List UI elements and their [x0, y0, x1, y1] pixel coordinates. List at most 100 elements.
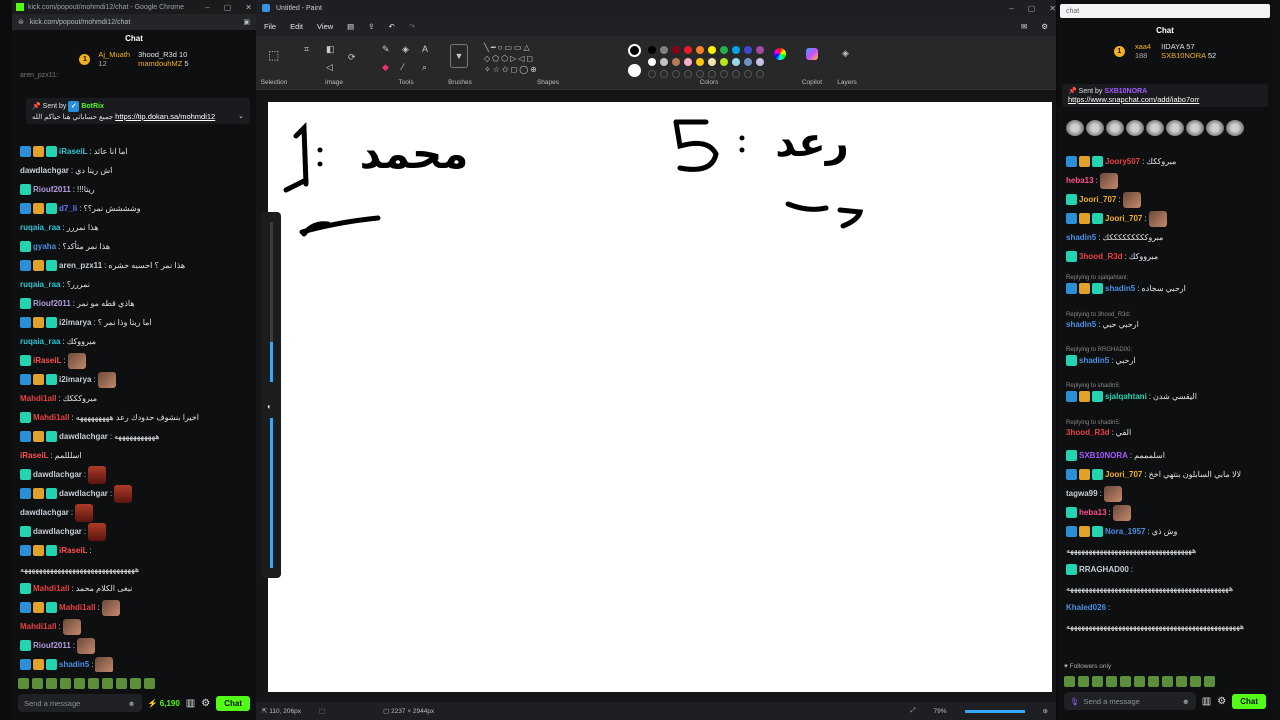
copilot-icon[interactable] — [806, 48, 818, 60]
color-swatch[interactable] — [756, 58, 764, 66]
gift-icon[interactable]: ▥ — [186, 698, 195, 709]
empty-color-swatch[interactable] — [648, 70, 656, 78]
color-swatch[interactable] — [708, 46, 716, 54]
chat-username[interactable]: dawdlachgar — [33, 470, 82, 479]
paint-settings-icon[interactable]: ⚙ — [1041, 22, 1048, 31]
empty-color-swatch[interactable] — [744, 70, 752, 78]
text-icon[interactable]: A — [422, 44, 428, 54]
color-swatch[interactable] — [744, 46, 752, 54]
empty-color-swatch[interactable] — [684, 70, 692, 78]
color-swatch[interactable] — [732, 58, 740, 66]
chevron-down-icon[interactable]: ⌄ — [238, 112, 244, 120]
chat-username[interactable]: gyaha — [33, 242, 56, 251]
chat-username[interactable]: Mahdi1all — [59, 603, 95, 612]
image-emote[interactable] — [62, 618, 81, 635]
chat-username[interactable]: dawdlachgar — [33, 527, 82, 536]
color-swatch[interactable] — [696, 46, 704, 54]
chat-username[interactable]: Joori_707 — [1079, 195, 1116, 204]
color-swatch[interactable] — [732, 46, 740, 54]
empty-color-swatch[interactable] — [708, 70, 716, 78]
right-pinned-link[interactable]: https://www.snapchat.com/add/iabo7orr — [1068, 95, 1262, 104]
image-emote[interactable] — [95, 656, 114, 672]
zoom-slider[interactable] — [964, 709, 1025, 713]
chat-username[interactable]: d7_li — [59, 204, 77, 213]
image-emote[interactable] — [1148, 210, 1167, 227]
left-url[interactable]: kick.com/popout/mohmdi12/chat — [30, 19, 130, 26]
color-swatch[interactable] — [672, 46, 680, 54]
chat-username[interactable]: Riouf2011 — [33, 641, 71, 650]
chat-username[interactable]: tagwa99 — [1066, 489, 1098, 498]
menu-file[interactable]: File — [264, 22, 276, 31]
right-settings-icon[interactable]: ⚙ — [1217, 696, 1226, 707]
fit-icon[interactable]: ⤢ — [910, 707, 915, 715]
chat-username[interactable]: shadin5 — [59, 660, 89, 669]
chat-username[interactable]: shadin5 — [1105, 284, 1135, 293]
gif-emote[interactable] — [88, 465, 107, 484]
zoom-level[interactable]: 79% — [934, 708, 947, 715]
chat-username[interactable]: Khaled026 — [1066, 603, 1106, 612]
right-top-user-3[interactable]: SXB10NORA — [1161, 51, 1206, 60]
chat-username[interactable]: ruqaia_raa — [20, 280, 60, 289]
layers-icon[interactable]: ◈ — [842, 48, 849, 59]
color1-swatch[interactable] — [628, 44, 641, 57]
minimize-icon[interactable]: – — [205, 3, 209, 12]
gif-emote[interactable] — [75, 503, 94, 522]
right-emoji-icon[interactable]: ☻ — [1182, 697, 1190, 706]
right-top-user-1[interactable]: xaa4 — [1135, 42, 1151, 51]
chat-username[interactable]: shadin5 — [1079, 356, 1109, 365]
top-user-2[interactable]: 3hood_R3d — [138, 50, 177, 59]
chat-username[interactable]: Nora_1957 — [1105, 527, 1145, 536]
crop-icon[interactable]: ⌗ — [304, 44, 309, 55]
maximize-icon[interactable]: ▢ — [224, 3, 232, 12]
chat-username[interactable]: iRaseiL — [33, 356, 61, 365]
color-swatch[interactable] — [720, 58, 728, 66]
gif-emote[interactable] — [114, 484, 133, 503]
chat-username[interactable]: iRaseiL — [59, 147, 87, 156]
eraser-icon[interactable]: ◆ — [382, 62, 389, 73]
flip-icon[interactable]: ◁ — [326, 62, 333, 73]
color-swatch[interactable] — [648, 58, 656, 66]
paint-close-icon[interactable]: ✕ — [1049, 4, 1056, 13]
mic-icon[interactable]: 🎙 — [1070, 697, 1080, 706]
paint-minimize-icon[interactable]: – — [1009, 4, 1013, 13]
empty-color-swatch[interactable] — [696, 70, 704, 78]
chat-username[interactable]: ruqaia_raa — [20, 337, 60, 346]
share-icon[interactable]: ⇪ — [368, 22, 374, 31]
selection-icon[interactable]: ⬚ — [268, 48, 279, 62]
right-top-user-2[interactable]: IIDAYA — [1161, 42, 1184, 51]
image-emote[interactable] — [101, 599, 120, 616]
empty-color-swatch[interactable] — [756, 70, 764, 78]
color-swatch[interactable] — [720, 46, 728, 54]
shapes-gallery-icon[interactable]: ╲━○▭▭△ ◇⬠⬡▷◁◻ ✧☆✩◻◯⊕ — [484, 42, 539, 75]
chat-username[interactable]: dawdlachgar — [20, 508, 69, 517]
chat-username[interactable]: iRaseiL — [20, 451, 48, 460]
zoom-tool-icon[interactable]: ⌕ — [422, 62, 427, 73]
empty-color-swatch[interactable] — [732, 70, 740, 78]
left-message-input[interactable]: Send a message ☻ — [18, 694, 142, 712]
gif-emote[interactable] — [88, 522, 107, 541]
chat-username[interactable]: heba13 — [1079, 508, 1107, 517]
chat-username[interactable]: Joory507 — [1105, 157, 1140, 166]
chat-username[interactable]: Mahdi1all — [33, 413, 69, 422]
chat-username[interactable]: Joori_707 — [1105, 470, 1142, 479]
right-gift-icon[interactable]: ▥ — [1202, 696, 1211, 707]
color-swatch[interactable] — [756, 46, 764, 54]
pinned-link[interactable]: https://tip.dokan.sa/mohmdi12 — [115, 112, 215, 121]
image-emote[interactable] — [1103, 485, 1122, 502]
fill-icon[interactable]: ◈ — [402, 44, 409, 55]
picker-icon[interactable]: ⁄ — [402, 62, 404, 72]
menu-view[interactable]: View — [317, 22, 333, 31]
empty-color-swatch[interactable] — [720, 70, 728, 78]
chat-username[interactable]: SXB10NORA — [1079, 451, 1128, 460]
undo-icon[interactable]: ↶ — [389, 22, 395, 31]
close-icon[interactable]: ✕ — [245, 3, 252, 12]
chat-username[interactable]: aren_pzx11 — [59, 261, 102, 270]
image-emote[interactable] — [1122, 191, 1141, 208]
color-swatch[interactable] — [684, 46, 692, 54]
chat-username[interactable]: Mahdi1all — [20, 622, 56, 631]
chat-username[interactable]: Mahdi1all — [33, 584, 69, 593]
left-chat-button[interactable]: Chat — [216, 695, 250, 711]
top-user-1[interactable]: Aj_Muath — [98, 50, 130, 59]
zoom-in-icon[interactable]: ⊕ — [1043, 707, 1048, 715]
right-pinned-sender[interactable]: SXB10NORA — [1104, 88, 1147, 95]
